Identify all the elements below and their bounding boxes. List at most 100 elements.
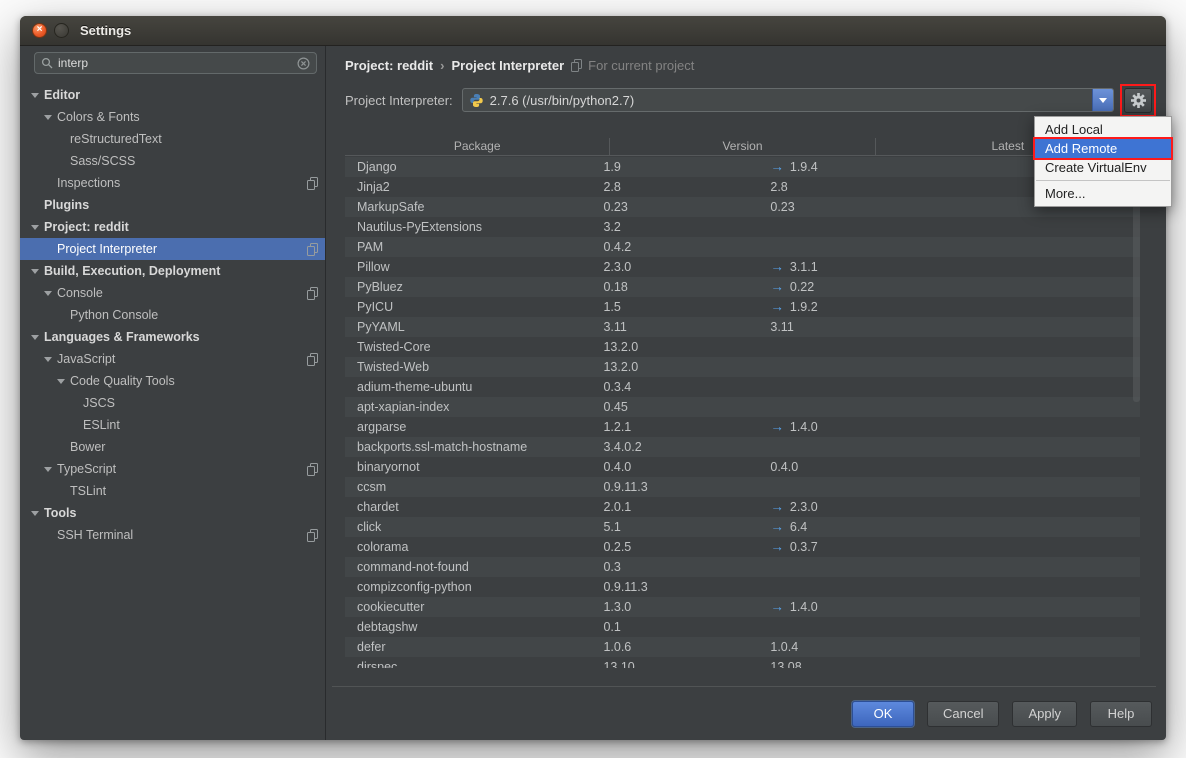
table-row[interactable]: adium-theme-ubuntu0.3.4 xyxy=(345,377,1140,397)
interpreter-combobox[interactable]: 2.7.6 (/usr/bin/python2.7) xyxy=(462,88,1114,112)
sidebar-item-console[interactable]: Console xyxy=(20,282,325,304)
table-row[interactable]: Nautilus-PyExtensions3.2 xyxy=(345,217,1140,237)
interpreter-label: Project Interpreter: xyxy=(345,93,453,108)
sidebar-item-tslint[interactable]: TSLint xyxy=(20,480,325,502)
sidebar-item-code-quality-tools[interactable]: Code Quality Tools xyxy=(20,370,325,392)
table-row[interactable]: MarkupSafe0.230.23 xyxy=(345,197,1140,217)
sidebar-item-label: Plugins xyxy=(44,198,89,212)
latest-version: 0.22 xyxy=(790,280,814,294)
sidebar-item-bower[interactable]: Bower xyxy=(20,436,325,458)
latest-version: 3.1.1 xyxy=(790,260,818,274)
menu-item-create-virtualenv[interactable]: Create VirtualEnv xyxy=(1035,158,1171,177)
column-header-version[interactable]: Version xyxy=(609,138,874,155)
page-icon xyxy=(307,529,318,542)
table-row[interactable]: PyBluez0.180.22 xyxy=(345,277,1140,297)
clear-search-icon[interactable] xyxy=(297,57,310,70)
cancel-button[interactable]: Cancel xyxy=(927,701,999,727)
table-row[interactable]: cookiecutter1.3.01.4.0 xyxy=(345,597,1140,617)
table-row[interactable]: click5.16.4 xyxy=(345,517,1140,537)
sidebar-item-project-reddit[interactable]: Project: reddit xyxy=(20,216,325,238)
sidebar-item-languages-frameworks[interactable]: Languages & Frameworks xyxy=(20,326,325,348)
expander-icon[interactable] xyxy=(31,269,39,274)
search-icon xyxy=(41,57,53,69)
sidebar-item-typescript[interactable]: TypeScript xyxy=(20,458,325,480)
expander-icon[interactable] xyxy=(31,335,39,340)
table-row[interactable]: debtagshw0.1 xyxy=(345,617,1140,637)
sidebar-item-jscs[interactable]: JSCS xyxy=(20,392,325,414)
menu-item-more[interactable]: More... xyxy=(1035,184,1171,203)
sidebar-item-inspections[interactable]: Inspections xyxy=(20,172,325,194)
table-row[interactable]: compizconfig-python0.9.11.3 xyxy=(345,577,1140,597)
package-name: Nautilus-PyExtensions xyxy=(345,217,591,237)
expander-icon[interactable] xyxy=(31,225,39,230)
expander-icon[interactable] xyxy=(31,511,39,516)
sidebar-item-eslint[interactable]: ESLint xyxy=(20,414,325,436)
table-row[interactable]: Twisted-Web13.2.0 xyxy=(345,357,1140,377)
expander-icon[interactable] xyxy=(44,467,52,472)
sidebar-item-label: Project: reddit xyxy=(44,220,129,234)
gear-button[interactable] xyxy=(1124,88,1152,113)
for-current-project-label: For current project xyxy=(588,58,694,73)
table-row[interactable]: apt-xapian-index0.45 xyxy=(345,397,1140,417)
table-row[interactable]: PyICU1.51.9.2 xyxy=(345,297,1140,317)
column-header-package[interactable]: Package xyxy=(345,138,609,155)
table-row[interactable]: command-not-found0.3 xyxy=(345,557,1140,577)
table-row[interactable]: Twisted-Core13.2.0 xyxy=(345,337,1140,357)
search-input[interactable]: interp xyxy=(34,52,317,74)
table-row[interactable]: PAM0.4.2 xyxy=(345,237,1140,257)
menu-item-add-remote[interactable]: Add Remote xyxy=(1035,139,1171,158)
table-row[interactable]: backports.ssl-match-hostname3.4.0.2 xyxy=(345,437,1140,457)
apply-button[interactable]: Apply xyxy=(1012,701,1077,727)
page-icon xyxy=(307,287,318,300)
sidebar-item-colors-fonts[interactable]: Colors & Fonts xyxy=(20,106,325,128)
table-row[interactable]: binaryornot0.4.00.4.0 xyxy=(345,457,1140,477)
sidebar-item-plugins[interactable]: Plugins xyxy=(20,194,325,216)
table-row[interactable]: dirspec13.1013.08 xyxy=(345,657,1140,668)
sidebar-item-ssh-terminal[interactable]: SSH Terminal xyxy=(20,524,325,546)
expander-icon[interactable] xyxy=(31,93,39,98)
expander-icon[interactable] xyxy=(44,357,52,362)
sidebar-item-label: Project Interpreter xyxy=(57,242,157,256)
minimize-button[interactable] xyxy=(54,23,69,38)
expander-icon[interactable] xyxy=(44,115,52,120)
main-panel: Project: reddit › Project Interpreter Fo… xyxy=(326,46,1166,740)
package-latest: 0.3.7 xyxy=(758,537,1140,557)
close-button[interactable] xyxy=(32,23,47,38)
table-row[interactable]: defer1.0.61.0.4 xyxy=(345,637,1140,657)
sidebar-item-sass-scss[interactable]: Sass/SCSS xyxy=(20,150,325,172)
ok-button[interactable]: OK xyxy=(852,701,914,727)
breadcrumb-project[interactable]: Project: reddit xyxy=(345,58,433,73)
sidebar-item-python-console[interactable]: Python Console xyxy=(20,304,325,326)
expander-icon[interactable] xyxy=(57,379,65,384)
help-button[interactable]: Help xyxy=(1090,701,1152,727)
upgrade-arrow-icon xyxy=(770,539,784,554)
latest-version: 0.3.7 xyxy=(790,540,818,554)
sidebar-item-restructuredtext[interactable]: reStructuredText xyxy=(20,128,325,150)
table-row[interactable]: colorama0.2.50.3.7 xyxy=(345,537,1140,557)
table-row[interactable]: chardet2.0.12.3.0 xyxy=(345,497,1140,517)
latest-version: 2.3.0 xyxy=(790,500,818,514)
table-row[interactable]: Django1.91.9.4 xyxy=(345,157,1140,177)
package-version: 13.10 xyxy=(591,657,758,668)
package-name: compizconfig-python xyxy=(345,577,591,597)
table-row[interactable]: PyYAML3.113.11 xyxy=(345,317,1140,337)
package-latest: 0.22 xyxy=(758,277,1140,297)
sidebar-item-tools[interactable]: Tools xyxy=(20,502,325,524)
page-icon xyxy=(307,177,318,190)
sidebar-item-project-interpreter[interactable]: Project Interpreter xyxy=(20,238,325,260)
expander-icon[interactable] xyxy=(44,291,52,296)
sidebar-item-javascript[interactable]: JavaScript xyxy=(20,348,325,370)
sidebar-item-build-execution-deployment[interactable]: Build, Execution, Deployment xyxy=(20,260,325,282)
combobox-dropdown-button[interactable] xyxy=(1092,89,1113,111)
package-name: Twisted-Core xyxy=(345,337,591,357)
package-name: ccsm xyxy=(345,477,591,497)
package-version: 0.3.4 xyxy=(591,377,758,397)
table-row[interactable]: argparse1.2.11.4.0 xyxy=(345,417,1140,437)
table-row[interactable]: ccsm0.9.11.3 xyxy=(345,477,1140,497)
table-row[interactable]: Pillow2.3.03.1.1 xyxy=(345,257,1140,277)
table-row[interactable]: Jinja22.82.8 xyxy=(345,177,1140,197)
package-latest: 3.11 xyxy=(758,317,1140,337)
titlebar[interactable]: Settings xyxy=(20,16,1166,46)
menu-item-add-local[interactable]: Add Local xyxy=(1035,120,1171,139)
sidebar-item-editor[interactable]: Editor xyxy=(20,84,325,106)
